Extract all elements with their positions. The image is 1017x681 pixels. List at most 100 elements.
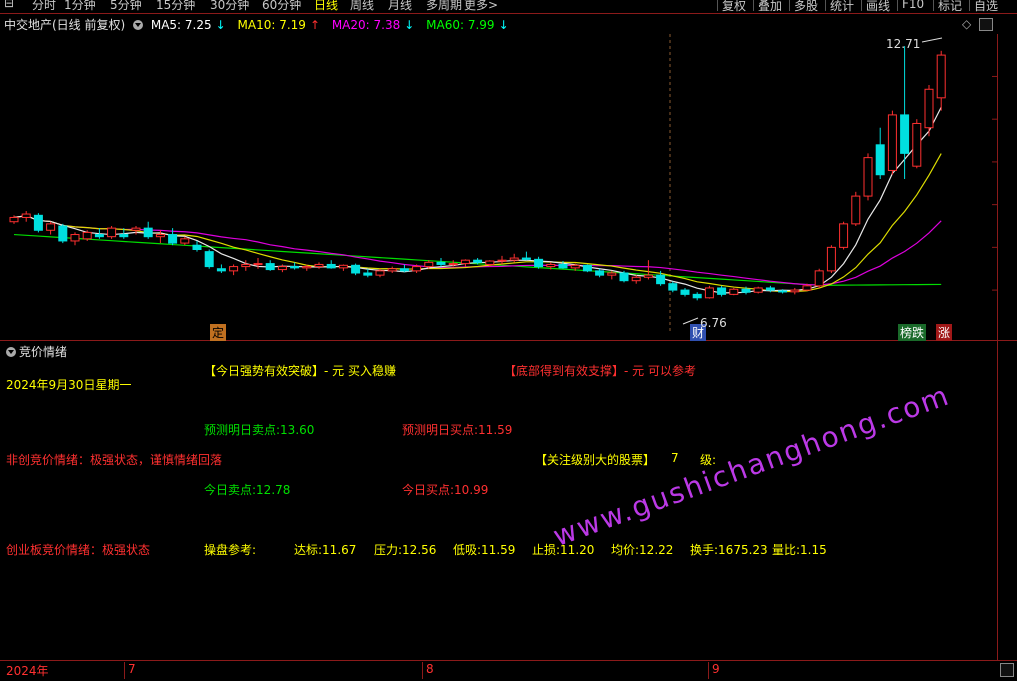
candle-up (790, 289, 800, 293)
candle-down (265, 263, 275, 271)
candle-up (70, 234, 80, 242)
toolbar-button[interactable]: 统计 (825, 0, 858, 12)
ma20-line (13, 215, 942, 286)
x-tick (422, 662, 423, 679)
candle-down (765, 287, 775, 291)
candle-up (412, 266, 422, 272)
candle-down (216, 268, 226, 272)
ma5-value: MA5: 7.25 (150, 18, 212, 32)
candle-up (814, 270, 824, 287)
candle-up (131, 227, 141, 231)
candle-up (155, 234, 165, 238)
period-tab[interactable]: 更多> (464, 0, 498, 12)
candle-up (82, 231, 92, 240)
x-axis-line (0, 660, 1017, 661)
candle-down (33, 214, 43, 231)
panel-title: 竞价情绪 (19, 345, 68, 359)
candle-up (253, 263, 263, 266)
ma60-label: MA60: 7.99 ↓ (426, 18, 512, 32)
panel-toggle-icon[interactable] (979, 18, 993, 31)
toolbar-button[interactable]: 标记 (933, 0, 966, 12)
candle-down (143, 227, 153, 238)
candle-down (326, 263, 336, 269)
top-divider (0, 13, 1017, 14)
candle-down (741, 288, 751, 293)
candle-down (692, 293, 702, 299)
toolbar-button[interactable]: 复权 (717, 0, 750, 12)
ref-item: 均价:12.22 (611, 543, 674, 557)
candle-up (448, 263, 458, 266)
candle-up (21, 213, 31, 218)
candle-up (375, 270, 385, 276)
candle-down (778, 290, 788, 293)
ma5-line (13, 106, 942, 294)
ref-item: 压力:12.56 (374, 543, 437, 557)
toolbar-button[interactable]: 自选 (969, 0, 1002, 12)
stock-title: 中交地产(日线 前复权) (4, 18, 126, 32)
ma10-value: MA10: 7.19 (237, 18, 306, 32)
period-toolbar: ⊟ 分时 1分钟 5分钟 15分钟 30分钟 60分钟 日线 周线 月线 多周期… (0, 0, 1017, 12)
period-tab[interactable]: 5分钟 (110, 0, 142, 12)
x-label: 2024年 (6, 664, 49, 678)
toolbar-button[interactable]: 多股 (789, 0, 822, 12)
candle-up (851, 195, 861, 225)
x-label: 8 (426, 662, 434, 676)
candle-up (863, 157, 873, 197)
candle-down (619, 272, 629, 282)
candle-up (802, 285, 812, 291)
candle-up (570, 264, 580, 269)
marker-ding: 定 (210, 324, 227, 341)
period-tab[interactable]: 月线 (388, 0, 412, 12)
candle-up (826, 246, 836, 272)
focus-text: 【关注级别大的股票】 (535, 453, 656, 467)
candle-up (9, 216, 19, 223)
candle-down (58, 225, 68, 242)
toolbar-button[interactable]: F10 (897, 0, 928, 11)
candle-up (839, 223, 849, 248)
period-icon[interactable]: ⊟ (4, 0, 14, 10)
period-tab[interactable]: 15分钟 (156, 0, 195, 12)
candle-up (302, 266, 312, 269)
ref-item: 达标:11.67 (294, 543, 357, 557)
x-tick (708, 662, 709, 679)
strong-break-text: 【今日强势有效突破】- 元 买入稳赚 (204, 364, 396, 378)
candle-up (643, 274, 653, 278)
candle-up (912, 122, 922, 167)
period-tab[interactable]: 周线 (350, 0, 374, 12)
candle-up (924, 88, 934, 129)
period-tab-active[interactable]: 日线 (314, 0, 338, 12)
high-arrow (921, 37, 943, 43)
candle-down (399, 268, 409, 272)
candle-up (107, 227, 117, 238)
x-tick (124, 662, 125, 679)
candlestick-chart[interactable] (0, 34, 1017, 340)
ma10-arrow: ↑ (309, 18, 320, 32)
diamond-icon[interactable]: ◇ (962, 17, 971, 31)
calendar-icon[interactable] (1000, 663, 1014, 677)
chart-header: 中交地产(日线 前复权) MA5: 7.25 ↓ MA10: 7.19 ↑ MA20… (4, 16, 517, 34)
collapse-icon[interactable] (6, 347, 16, 357)
candle-up (460, 259, 470, 265)
candle-down (204, 251, 214, 268)
candle-up (485, 260, 495, 265)
period-tab[interactable]: 60分钟 (262, 0, 301, 12)
candle-up (277, 266, 287, 271)
ma5-arrow: ↓ (215, 18, 226, 32)
candle-up (241, 263, 251, 268)
low-price-label: 6.76 (700, 316, 727, 330)
focus-level: 7 (671, 451, 679, 465)
candle-up (631, 276, 641, 282)
ref-item: 量比:1.15 (772, 543, 827, 557)
period-tab[interactable]: 30分钟 (210, 0, 249, 12)
period-tab[interactable]: 1分钟 (64, 0, 96, 12)
ma20-value: MA20: 7.38 (331, 18, 401, 32)
dropdown-icon[interactable] (133, 20, 144, 30)
ma60-value: MA60: 7.99 (426, 18, 495, 32)
candle-up (338, 264, 348, 269)
toolbar-button[interactable]: 叠加 (753, 0, 786, 12)
period-tab[interactable]: 多周期 (426, 0, 462, 12)
period-tab[interactable]: 分时 (32, 0, 56, 12)
toolbar-button[interactable]: 画线 (861, 0, 894, 12)
candle-up (314, 263, 324, 268)
candle-up (936, 54, 946, 99)
